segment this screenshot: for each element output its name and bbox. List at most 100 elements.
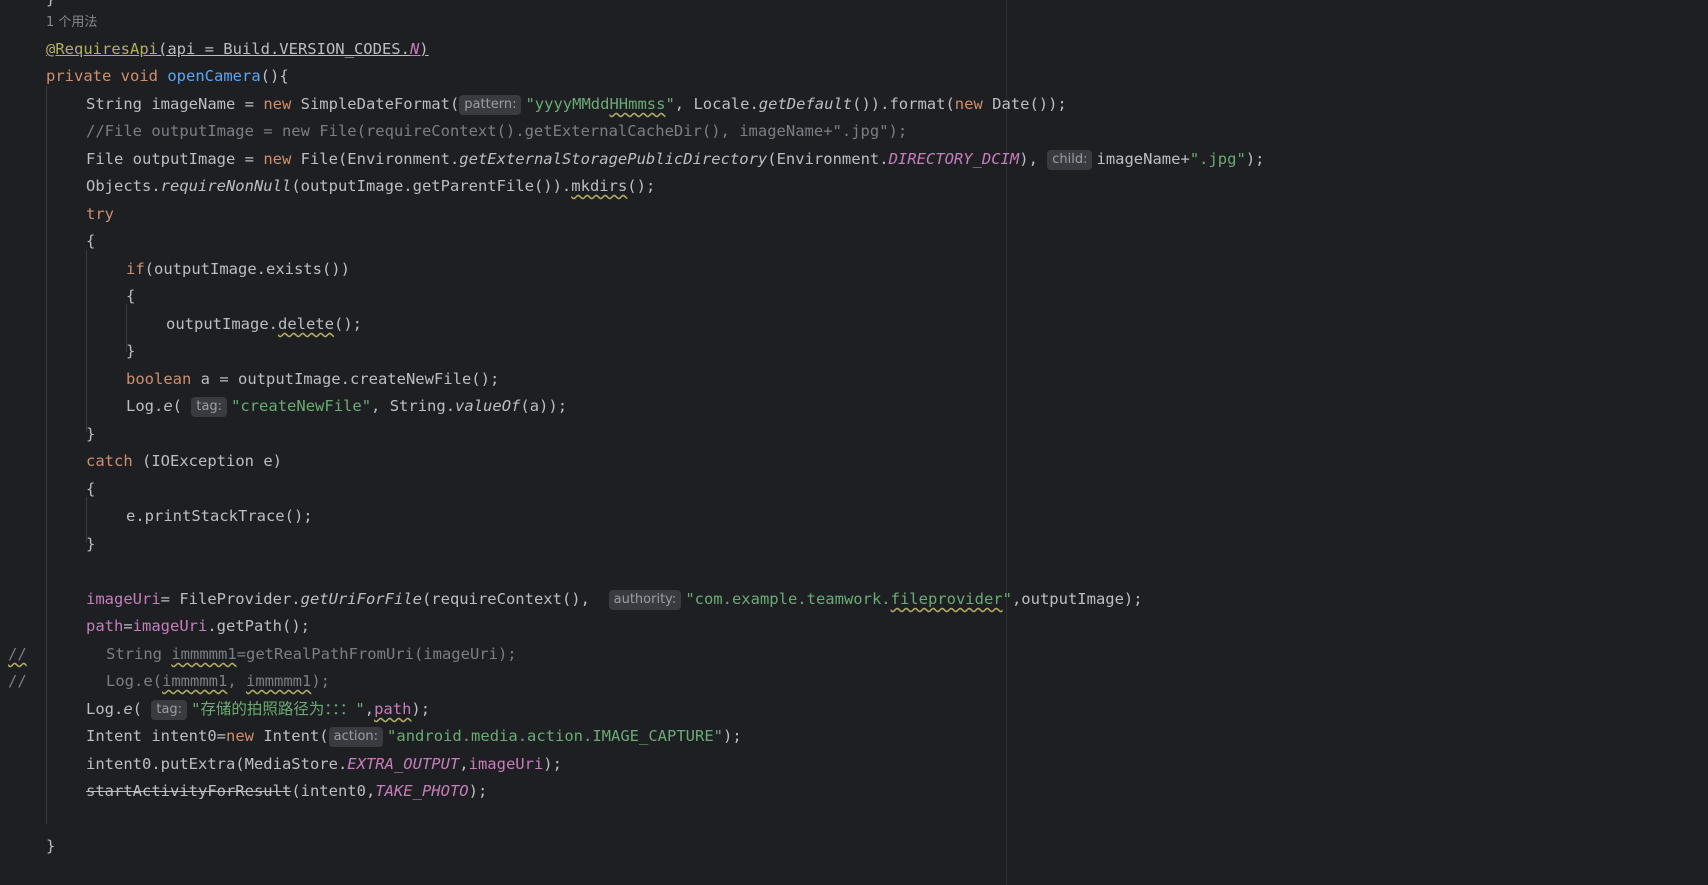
parameter-hint: authority: <box>608 590 682 610</box>
token-brace: } <box>126 342 136 360</box>
code-editor[interactable]: } 1 个用法 @RequiresApi(api = Build.VERSION… <box>0 0 1708 885</box>
code-line[interactable]: outputImage.delete(); <box>166 311 362 338</box>
token-text: e.printStackTrace(); <box>126 507 313 525</box>
token-string: " <box>665 95 675 113</box>
code-line[interactable]: Log.e( tag: "存储的拍照路径为：：：",path); <box>86 696 430 723</box>
token-text: a = outputImage.createNewFile(); <box>191 370 500 388</box>
token-text: ); <box>723 727 742 745</box>
code-line[interactable]: //File outputImage = new File(requireCon… <box>86 118 907 145</box>
token-text: (intent0, <box>291 782 376 800</box>
token-text: (outputImage.exists()) <box>144 260 350 278</box>
code-line[interactable]: } <box>46 833 55 860</box>
code-line[interactable]: String imageName = new SimpleDateFormat(… <box>86 91 1067 118</box>
code-line[interactable]: 1 个用法 <box>46 8 97 35</box>
token-text: File outputImage = <box>86 150 264 168</box>
token-brace: } <box>86 535 96 553</box>
code-line[interactable]: path=imageUri.getPath(); <box>86 613 310 640</box>
token-field: imageUri <box>86 590 161 608</box>
code-line[interactable]: try <box>86 201 114 228</box>
token-text: ); <box>468 782 488 800</box>
token-text: Date()); <box>982 95 1067 113</box>
token-static-method: getDefault <box>758 95 853 113</box>
usage-hint[interactable]: 1 个用法 <box>46 15 97 30</box>
token-text: Intent intent0= <box>86 727 226 745</box>
code-line[interactable]: imageUri= FileProvider.getUriForFile(req… <box>86 586 1143 613</box>
token-keyword: private <box>46 67 112 85</box>
code-line[interactable]: @RequiresApi(api = Build.VERSION_CODES.N… <box>46 36 429 63</box>
code-line[interactable]: Objects.requireNonNull(outputImage.getPa… <box>86 173 655 200</box>
token-string: ".jpg" <box>1189 150 1246 168</box>
code-line[interactable]: intent0.putExtra(MediaStore.EXTRA_OUTPUT… <box>86 751 562 778</box>
token-method-call: delete <box>277 315 334 333</box>
token-comment: //File outputImage = new File(requireCon… <box>86 122 908 140</box>
token-text: Objects. <box>86 177 161 195</box>
token-keyword: try <box>86 205 114 223</box>
token-keyword: new <box>263 150 292 168</box>
token-text: , <box>364 700 375 718</box>
token-comment: String <box>106 645 172 663</box>
token-text: outputImage. <box>166 315 278 333</box>
code-line[interactable]: File outputImage = new File(Environment.… <box>86 146 1264 173</box>
token-string: "com.example.teamwork. <box>685 590 891 608</box>
code-line[interactable]: //Log.e(immmmm1, immmmm1); <box>0 668 1000 695</box>
code-line[interactable]: { <box>86 476 95 503</box>
token-static-method: e <box>163 397 173 415</box>
code-line[interactable]: { <box>86 228 95 255</box>
token-brace: } <box>46 0 55 8</box>
token-static-field: EXTRA_OUTPUT <box>347 755 460 773</box>
token-text: (); <box>627 177 656 195</box>
token-keyword: new <box>263 95 292 113</box>
token-annotation: @RequiresApi <box>46 40 158 58</box>
token-text: = FileProvider. <box>160 590 301 608</box>
token-text: (); <box>333 315 362 333</box>
token-text: ) <box>419 40 429 58</box>
token-text: String imageName = <box>86 95 264 113</box>
token-text: .getPath(); <box>207 617 310 635</box>
code-line[interactable]: { <box>126 283 135 310</box>
token-text: (api = Build.VERSION_CODES. <box>157 40 410 58</box>
token-text: ), <box>1019 150 1048 168</box>
token-method-call: mkdirs <box>571 177 628 195</box>
code-line[interactable]: if(outputImage.exists()) <box>126 256 350 283</box>
code-line[interactable]: } <box>86 421 95 448</box>
code-line[interactable]: private void openCamera(){ <box>46 63 289 90</box>
token-comment: =getRealPathFromUri(imageUri); <box>236 645 517 663</box>
code-line[interactable]: catch (IOException e) <box>86 448 282 475</box>
token-keyword: if <box>126 260 145 278</box>
token-text: (outputImage.getParentFile()). <box>291 177 572 195</box>
token-field: path <box>86 617 124 635</box>
code-line[interactable]: // String immmmm1=getRealPathFromUri(imag… <box>0 641 1000 668</box>
token-text: , String. <box>371 397 456 415</box>
code-line[interactable]: } <box>126 338 135 365</box>
code-line[interactable]: Intent intent0=new Intent(action: "androi… <box>86 723 742 750</box>
token-comment: immmmm1 <box>171 645 237 663</box>
code-line[interactable]: e.printStackTrace(); <box>126 503 313 530</box>
indent-guide <box>46 86 47 824</box>
token-string: "存储的拍照路径为：：：" <box>191 700 365 718</box>
token-text: (){ <box>260 67 289 85</box>
token-text: , <box>459 755 469 773</box>
token-static-method: getExternalStoragePublicDirectory <box>459 150 768 168</box>
parameter-hint: pattern: <box>459 95 522 115</box>
token-static-method: e <box>123 700 133 718</box>
token-static-field: N <box>409 40 420 58</box>
commented-code: Log.e(immmmm1, immmmm1); <box>106 668 330 695</box>
code-line[interactable]: startActivityForResult(intent0,TAKE_PHOT… <box>86 778 487 805</box>
code-line[interactable]: } <box>86 531 95 558</box>
code-line[interactable]: Log.e( tag: "createNewFile", String.value… <box>126 393 567 420</box>
code-line[interactable]: boolean a = outputImage.createNewFile(); <box>126 366 499 393</box>
token-string: "yyyyMMdd <box>525 95 610 113</box>
token-text: File(Environment. <box>291 150 460 168</box>
token-keyword: boolean <box>126 370 192 388</box>
token-brace: { <box>86 480 96 498</box>
token-text: Log. <box>86 700 124 718</box>
token-text: SimpleDateFormat( <box>291 95 460 113</box>
token-static-method: requireNonNull <box>160 177 292 195</box>
parameter-hint: action: <box>328 727 384 747</box>
token-string: " <box>1002 590 1012 608</box>
token-field: path <box>374 700 412 718</box>
token-comment: immmmm1 <box>162 672 228 690</box>
token-static-field: TAKE_PHOTO <box>375 782 469 800</box>
token-text: Intent( <box>253 727 329 745</box>
token-text: (requireContext(), <box>421 590 600 608</box>
